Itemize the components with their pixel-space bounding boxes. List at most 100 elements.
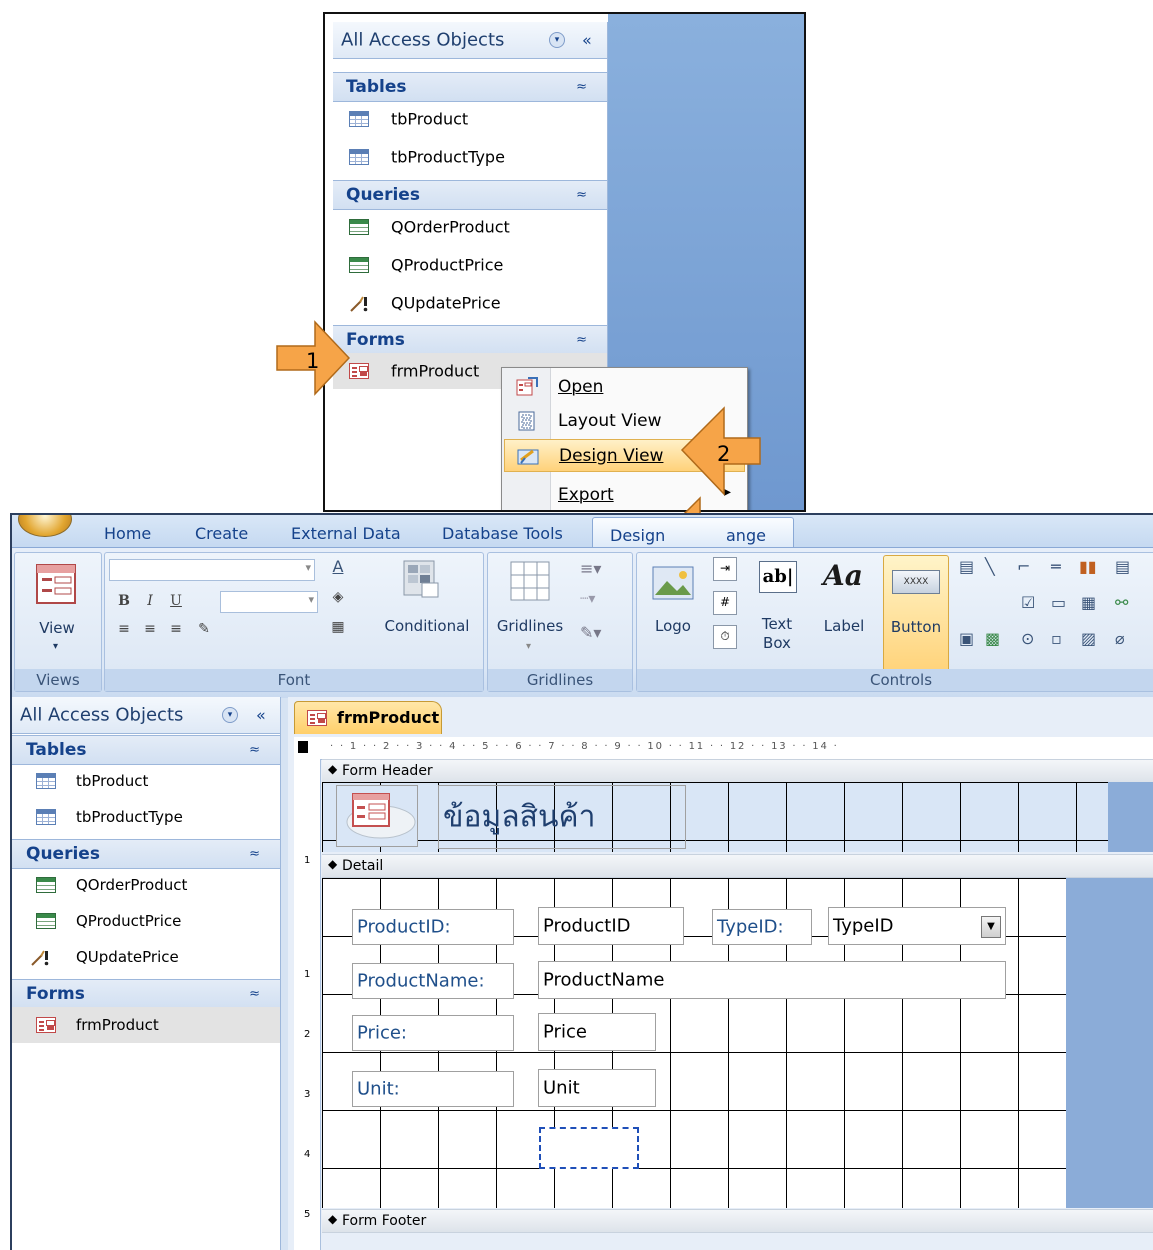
office-button[interactable] — [18, 515, 72, 537]
form-title-label[interactable]: ข้อมูลสินค้า — [438, 785, 686, 849]
group-forms[interactable]: Forms ≈ — [12, 979, 280, 1009]
chart-icon[interactable]: ▮▮ — [1079, 557, 1097, 576]
group-forms[interactable]: Forms ≈ — [333, 325, 607, 355]
combo-typeid[interactable]: TypeID ▼ — [828, 907, 1006, 945]
group-tables[interactable]: Tables ≈ — [12, 735, 280, 765]
align-right-button[interactable]: ≡ — [165, 619, 187, 639]
label-unit[interactable]: Unit: — [352, 1071, 514, 1107]
tab-create[interactable]: Create — [195, 524, 248, 543]
more-controls-gallery[interactable]: ▤ ╲ ⌐ ═ ▮▮ ▤ ☑ ▭ ▦ ⚯ ▣ ▩ ⊙ ▫ ▨ ⌀ — [955, 557, 1153, 657]
tab-external-data[interactable]: External Data — [291, 524, 401, 543]
collapse-group-icon[interactable]: ≈ — [576, 333, 587, 348]
logo-label[interactable]: Logo — [647, 617, 699, 635]
font-size-combo[interactable] — [220, 591, 318, 613]
align-left-button[interactable]: ≡ — [113, 619, 135, 639]
gridline-color-icon[interactable]: ✎▾ — [580, 623, 601, 642]
checkbox-icon[interactable]: ☑ — [1021, 593, 1035, 612]
image-icon[interactable]: ▨ — [1081, 629, 1096, 648]
textbox-unit[interactable]: Unit — [538, 1069, 656, 1107]
label-price[interactable]: Price: — [352, 1015, 514, 1051]
view-button[interactable]: View ▾ — [23, 559, 93, 667]
chevron-down-icon[interactable]: ▾ — [222, 707, 238, 723]
font-color-button[interactable]: A — [327, 557, 349, 577]
underline-button[interactable]: U — [165, 591, 187, 611]
logo-icon[interactable] — [651, 561, 695, 603]
font-name-combo[interactable] — [109, 559, 315, 581]
label-productid[interactable]: ProductID: — [352, 909, 514, 945]
label-productname[interactable]: ProductName: — [352, 963, 514, 999]
conditional-label[interactable]: Conditional — [377, 617, 477, 635]
list-box-icon[interactable]: ▤ — [959, 557, 974, 576]
line-color-button[interactable]: ▦ — [327, 617, 349, 637]
button-tool[interactable]: XXXX Button — [883, 555, 949, 673]
bold-button[interactable]: B — [113, 591, 135, 611]
group-queries[interactable]: Queries ≈ — [333, 180, 607, 210]
nav-item-tbproducttype[interactable]: tbProductType — [12, 799, 280, 835]
nav-item-qupdateprice[interactable]: QUpdatePrice — [12, 939, 280, 975]
hyperlink-icon[interactable]: ⚯ — [1115, 593, 1128, 612]
nav-pane-header[interactable]: All Access Objects ▾ « — [12, 697, 280, 734]
tab-home[interactable]: Home — [104, 524, 151, 543]
combo-dropdown-icon[interactable]: ▼ — [981, 916, 1001, 938]
textbox-tool[interactable]: ab| Text Box — [749, 559, 805, 667]
chevron-down-icon[interactable]: ▾ — [549, 32, 565, 48]
nav-item-qproductprice[interactable]: QProductPrice — [333, 246, 607, 284]
nav-item-qproductprice[interactable]: QProductPrice — [12, 903, 280, 939]
collapse-icon[interactable]: « — [582, 31, 592, 50]
tab-control-icon[interactable]: ▤ — [1115, 557, 1130, 576]
textbox-productid[interactable]: ProductID — [538, 907, 684, 945]
fill-color-button[interactable]: ◈ — [327, 587, 349, 607]
nav-item-tbproduct[interactable]: tbProduct — [333, 100, 607, 138]
document-tab-frmproduct[interactable]: frmProduct — [294, 701, 442, 734]
nav-item-qorderproduct[interactable]: QOrderProduct — [12, 867, 280, 903]
nav-pane-header[interactable]: All Access Objects ▾ « — [333, 22, 607, 59]
collapse-icon[interactable]: « — [256, 706, 266, 725]
textbox-productname[interactable]: ProductName — [538, 961, 1006, 999]
combo-box-icon[interactable]: ▣ — [959, 629, 974, 648]
group-queries[interactable]: Queries ≈ — [12, 839, 280, 869]
unbound-object-icon[interactable]: ▩ — [985, 629, 1000, 648]
ruler-selector[interactable] — [298, 741, 308, 753]
subform-icon[interactable]: ▦ — [1081, 593, 1096, 612]
toggle-icon[interactable]: ▫ — [1051, 629, 1062, 648]
new-button-placeholder[interactable] — [539, 1127, 639, 1169]
section-form-footer[interactable]: ◆ Form Footer — [322, 1209, 1153, 1233]
textbox-price[interactable]: Price — [538, 1013, 656, 1051]
line-icon[interactable]: ╲ — [985, 557, 995, 576]
date-time-icon[interactable]: ⏱ — [713, 625, 737, 649]
gridline-width-icon[interactable]: ┈▾ — [580, 591, 595, 607]
label-text: TypeID: — [717, 916, 784, 938]
tab-icon[interactable]: ▭ — [1051, 593, 1066, 612]
tab-design[interactable]: Design ange — [592, 517, 794, 550]
nav-item-qorderproduct[interactable]: QOrderProduct — [333, 208, 607, 246]
collapse-group-icon[interactable]: ≈ — [576, 80, 587, 95]
align-center-button[interactable]: ≡ — [139, 619, 161, 639]
italic-button[interactable]: I — [139, 591, 161, 611]
form-logo[interactable] — [336, 785, 418, 847]
option-button-icon[interactable]: ⊙ — [1021, 629, 1034, 648]
menu-item-open[interactable]: Open — [504, 370, 745, 403]
nav-item-tbproducttype[interactable]: tbProductType — [333, 138, 607, 176]
label-typeid[interactable]: TypeID: — [712, 909, 812, 945]
page-number-icon[interactable]: # — [713, 591, 737, 615]
nav-item-frmproduct[interactable]: frmProduct — [12, 1007, 280, 1043]
section-detail[interactable]: ◆ Detail — [322, 854, 1153, 878]
format-painter-icon[interactable]: ✎ — [193, 619, 215, 639]
group-tables[interactable]: Tables ≈ — [333, 72, 607, 102]
gridlines-icon[interactable] — [510, 561, 550, 601]
collapse-group-icon[interactable]: ≈ — [576, 188, 587, 203]
label-tool[interactable]: Aa Label — [817, 559, 871, 667]
option-group-icon[interactable]: ⌐ — [1017, 557, 1030, 576]
title-icon[interactable]: ⇥ — [713, 557, 737, 581]
tab-database-tools[interactable]: Database Tools — [442, 524, 563, 543]
collapse-group-icon[interactable]: ≈ — [249, 847, 260, 862]
collapse-group-icon[interactable]: ≈ — [249, 743, 260, 758]
section-form-header[interactable]: ◆ Form Header — [322, 759, 1153, 783]
gridlines-label[interactable]: Gridlines — [490, 617, 570, 635]
attachment-icon[interactable]: ⌀ — [1115, 629, 1125, 648]
page-break-icon[interactable]: ═ — [1051, 557, 1061, 576]
nav-item-tbproduct[interactable]: tbProduct — [12, 763, 280, 799]
collapse-group-icon[interactable]: ≈ — [249, 987, 260, 1002]
gridline-style-icon[interactable]: ≡▾ — [580, 559, 601, 578]
nav-item-qupdateprice[interactable]: QUpdatePrice — [333, 284, 607, 322]
